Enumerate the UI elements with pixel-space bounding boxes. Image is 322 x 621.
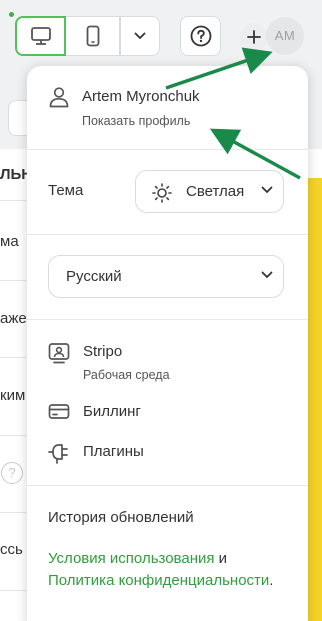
- language-value: Русский: [66, 268, 122, 285]
- background-divider: [0, 200, 30, 201]
- language-select[interactable]: Русский: [48, 255, 284, 298]
- privacy-link[interactable]: Политика конфиденциальности: [48, 572, 269, 589]
- legal-end: .: [269, 572, 274, 589]
- theme-select[interactable]: Светлая: [135, 170, 284, 213]
- user-icon: [49, 87, 69, 108]
- desktop-icon: [30, 27, 51, 45]
- plug-icon: [48, 444, 68, 464]
- terms-link[interactable]: Условия использования: [48, 550, 215, 567]
- chevron-down-icon: [261, 271, 273, 278]
- chevron-down-icon: [134, 32, 146, 39]
- account-menu: Artem Myronchuk Показать профиль Тема Св…: [27, 66, 308, 621]
- status-dot: [9, 12, 14, 17]
- legal-conjunction: и: [214, 550, 228, 567]
- background-divider: [0, 280, 30, 281]
- avatar[interactable]: AM: [266, 17, 304, 55]
- help-icon: [190, 25, 211, 47]
- show-profile-link[interactable]: Показать профиль: [82, 114, 190, 128]
- background-text: ким: [0, 387, 26, 404]
- divider: [27, 485, 308, 486]
- background-divider: [0, 357, 30, 358]
- theme-value: Светлая: [186, 183, 245, 200]
- user-name: Artem Myronchuk: [82, 88, 200, 105]
- legal-text: Условия использования и Политика конфиде…: [48, 548, 288, 592]
- workspace-sublabel: Рабочая среда: [83, 368, 170, 382]
- view-dropdown-button[interactable]: [120, 16, 160, 56]
- menu-item-label: Stripo: [83, 343, 123, 360]
- divider: [27, 319, 308, 320]
- plus-icon: [247, 30, 261, 44]
- background-text: аже: [0, 310, 27, 327]
- menu-item-plugins[interactable]: Плагины: [48, 440, 248, 466]
- sun-icon: [152, 183, 172, 203]
- menu-item-label: Биллинг: [83, 403, 141, 420]
- divider: [27, 234, 308, 235]
- help-button[interactable]: [180, 16, 221, 56]
- billing-icon: [48, 404, 70, 419]
- mobile-view-button[interactable]: [66, 16, 120, 56]
- desktop-view-button[interactable]: [15, 16, 66, 56]
- menu-item-workspace[interactable]: Stripo: [48, 340, 248, 366]
- theme-label: Тема: [48, 182, 84, 199]
- menu-item-label: Плагины: [83, 443, 144, 460]
- chevron-down-icon: [261, 186, 273, 193]
- menu-item-billing[interactable]: Биллинг: [48, 400, 248, 426]
- mobile-icon: [86, 25, 99, 47]
- background-divider: [0, 435, 30, 436]
- background-help-icon: ?: [1, 462, 23, 484]
- background-divider: [0, 590, 30, 591]
- add-button[interactable]: [240, 23, 268, 51]
- background-text: ссь: [0, 541, 23, 558]
- divider: [27, 149, 308, 150]
- background-text: ма: [0, 233, 19, 250]
- workspace-icon: [48, 343, 70, 364]
- background-divider: [0, 512, 30, 513]
- update-history-link[interactable]: История обновлений: [48, 509, 194, 526]
